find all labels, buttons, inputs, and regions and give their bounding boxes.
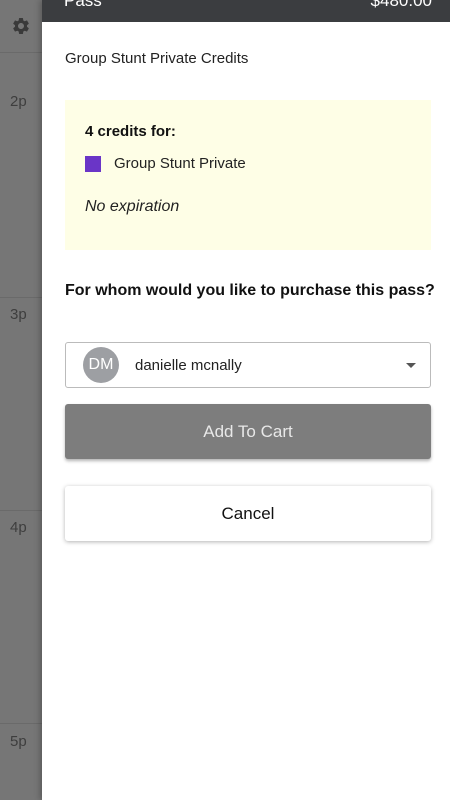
chevron-down-icon <box>406 363 416 368</box>
credit-item-label: Group Stunt Private <box>114 155 246 172</box>
cancel-button[interactable]: Cancel <box>65 486 431 541</box>
add-to-cart-button[interactable]: Add To Cart <box>65 404 431 459</box>
credits-box: 4 credits for: Group Stunt Private No ex… <box>65 100 431 250</box>
avatar: DM <box>83 347 119 383</box>
divider <box>0 52 42 53</box>
credit-item: Group Stunt Private <box>85 155 246 172</box>
time-label-2p: 2p <box>10 93 27 110</box>
time-label-4p: 4p <box>10 519 27 536</box>
header-price: $480.00 <box>370 0 432 10</box>
hour-line <box>0 510 42 511</box>
purchase-pass-drawer: Pass $480.00 Group Stunt Private Credits… <box>42 0 450 800</box>
recipient-name: danielle mcnally <box>135 356 242 374</box>
credits-title: 4 credits for: <box>85 123 176 140</box>
expiration-text: No expiration <box>85 198 180 215</box>
pass-name: Group Stunt Private Credits <box>65 50 249 67</box>
hour-line <box>0 297 42 298</box>
recipient-question: For whom would you like to purchase this… <box>65 282 435 299</box>
header-title: Pass <box>64 0 102 10</box>
time-label-3p: 3p <box>10 306 27 323</box>
recipient-select[interactable]: DM danielle mcnally <box>65 342 431 388</box>
drawer-header: Pass $480.00 <box>42 0 450 22</box>
settings-button[interactable] <box>0 0 42 52</box>
hour-line <box>0 723 42 724</box>
time-label-5p: 5p <box>10 733 27 750</box>
color-swatch <box>85 155 101 172</box>
gear-icon <box>13 17 29 34</box>
